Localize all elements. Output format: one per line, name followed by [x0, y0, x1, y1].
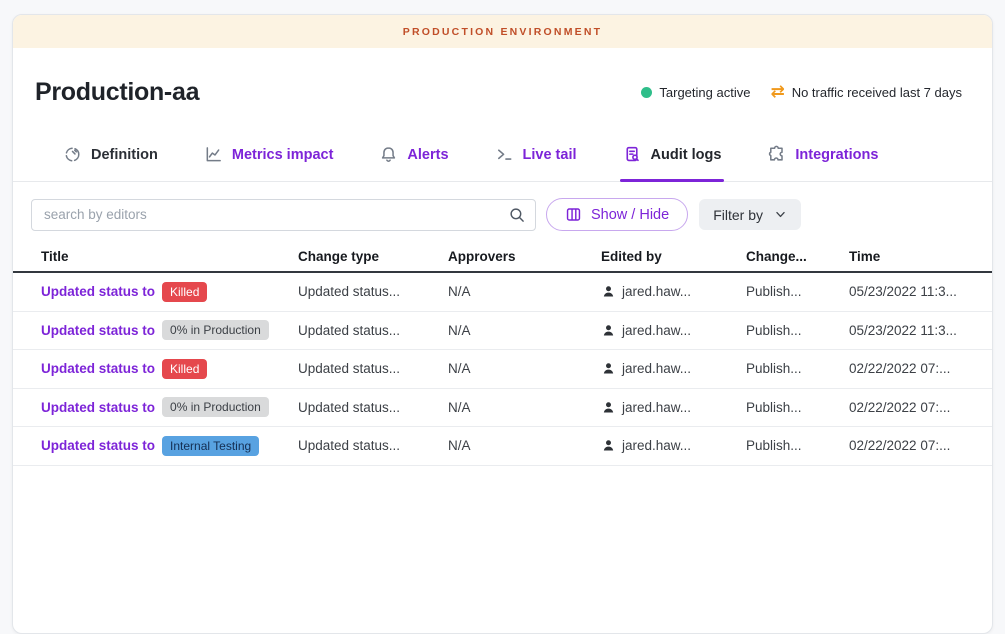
row-time: 02/22/2022 07:...: [849, 438, 980, 453]
row-title-link[interactable]: Updated status to: [41, 323, 155, 338]
row-edited-by: jared.haw...: [622, 361, 691, 376]
puzzle-icon: [767, 145, 786, 164]
audit-log-icon: [623, 145, 642, 164]
tab-bar: Definition Metrics impact Alerts Live ta…: [13, 136, 992, 182]
row-title-link[interactable]: Updated status to: [41, 284, 155, 299]
column-header-edited-by[interactable]: Edited by: [601, 249, 746, 264]
targeting-active-status: Targeting active: [641, 85, 750, 100]
tab-metrics-impact[interactable]: Metrics impact: [204, 136, 334, 181]
tab-alerts[interactable]: Alerts: [379, 136, 448, 181]
search-input[interactable]: [31, 199, 536, 231]
tab-definition-label: Definition: [91, 147, 158, 163]
status-badge: Killed: [162, 359, 207, 379]
header: Production-aa Targeting active ⇄ No traf…: [13, 48, 992, 136]
row-approvers: N/A: [448, 323, 601, 338]
table-row[interactable]: Updated status to Internal Testing Updat…: [13, 427, 992, 466]
row-approvers: N/A: [448, 438, 601, 453]
search-box: [31, 199, 536, 231]
status-badge: 0% in Production: [162, 397, 269, 417]
status-badge: Killed: [162, 282, 207, 302]
columns-icon: [565, 206, 582, 223]
table-row[interactable]: Updated status to 0% in Production Updat…: [13, 389, 992, 428]
row-title-link[interactable]: Updated status to: [41, 361, 155, 376]
tab-audit-logs-label: Audit logs: [651, 147, 722, 163]
row-approvers: N/A: [448, 400, 601, 415]
row-title-link[interactable]: Updated status to: [41, 400, 155, 415]
row-edited-by: jared.haw...: [622, 400, 691, 415]
tab-integrations-label: Integrations: [795, 147, 878, 163]
table-row[interactable]: Updated status to Killed Updated status.…: [13, 350, 992, 389]
row-change-type: Updated status...: [298, 400, 448, 415]
row-edited-by: jared.haw...: [622, 284, 691, 299]
table-header-row: Title Change type Approvers Edited by Ch…: [13, 242, 992, 273]
row-approvers: N/A: [448, 361, 601, 376]
row-change-type: Updated status...: [298, 323, 448, 338]
chevron-down-icon: [774, 208, 787, 221]
column-header-change-log[interactable]: Change...: [746, 249, 849, 264]
feature-gate-card: PRODUCTION ENVIRONMENT Production-aa Tar…: [12, 14, 993, 634]
traffic-status: ⇄ No traffic received last 7 days: [770, 84, 962, 101]
tab-metrics-impact-label: Metrics impact: [232, 147, 334, 163]
row-edited-by: jared.haw...: [622, 438, 691, 453]
show-hide-button[interactable]: Show / Hide: [546, 198, 688, 231]
targeting-active-label: Targeting active: [659, 85, 750, 100]
status-badge: 0% in Production: [162, 320, 269, 340]
row-change-type: Updated status...: [298, 284, 448, 299]
status-badge: Internal Testing: [162, 436, 259, 456]
tab-live-tail-label: Live tail: [523, 147, 577, 163]
table-row[interactable]: Updated status to 0% in Production Updat…: [13, 312, 992, 351]
green-dot-icon: [641, 87, 652, 98]
row-time: 02/22/2022 07:...: [849, 361, 980, 376]
row-change-log: Publish...: [746, 361, 849, 376]
toolbar: Show / Hide Filter by: [13, 182, 992, 231]
row-change-log: Publish...: [746, 284, 849, 299]
column-header-time[interactable]: Time: [849, 249, 980, 264]
column-header-title[interactable]: Title: [41, 249, 298, 264]
person-icon: [601, 323, 616, 338]
row-time: 02/22/2022 07:...: [849, 400, 980, 415]
traffic-status-label: No traffic received last 7 days: [792, 85, 962, 100]
column-header-change-type[interactable]: Change type: [298, 249, 448, 264]
row-edited-by: jared.haw...: [622, 323, 691, 338]
person-icon: [601, 284, 616, 299]
row-change-log: Publish...: [746, 438, 849, 453]
terminal-icon: [495, 145, 514, 164]
column-header-approvers[interactable]: Approvers: [448, 249, 601, 264]
tab-audit-logs[interactable]: Audit logs: [623, 136, 722, 181]
row-change-log: Publish...: [746, 323, 849, 338]
tab-alerts-label: Alerts: [407, 147, 448, 163]
filter-by-button[interactable]: Filter by: [699, 199, 801, 230]
row-title-link[interactable]: Updated status to: [41, 438, 155, 453]
definition-target-icon: [63, 145, 82, 164]
row-time: 05/23/2022 11:3...: [849, 284, 980, 299]
audit-log-table: Title Change type Approvers Edited by Ch…: [13, 242, 992, 466]
traffic-arrows-icon: ⇄: [770, 83, 784, 100]
person-icon: [601, 361, 616, 376]
row-approvers: N/A: [448, 284, 601, 299]
row-change-type: Updated status...: [298, 438, 448, 453]
search-icon: [508, 206, 526, 224]
production-environment-banner: PRODUCTION ENVIRONMENT: [13, 15, 992, 48]
tab-live-tail[interactable]: Live tail: [495, 136, 577, 181]
filter-by-label: Filter by: [713, 207, 763, 223]
banner-label: PRODUCTION ENVIRONMENT: [403, 26, 603, 38]
tab-definition[interactable]: Definition: [63, 136, 158, 181]
line-chart-icon: [204, 145, 223, 164]
row-change-log: Publish...: [746, 400, 849, 415]
person-icon: [601, 400, 616, 415]
row-change-type: Updated status...: [298, 361, 448, 376]
row-time: 05/23/2022 11:3...: [849, 323, 980, 338]
page-title: Production-aa: [35, 78, 199, 107]
tab-integrations[interactable]: Integrations: [767, 136, 878, 181]
show-hide-label: Show / Hide: [591, 207, 669, 223]
status-group: Targeting active ⇄ No traffic received l…: [641, 84, 962, 101]
table-row[interactable]: Updated status to Killed Updated status.…: [13, 273, 992, 312]
person-icon: [601, 438, 616, 453]
bell-icon: [379, 145, 398, 164]
